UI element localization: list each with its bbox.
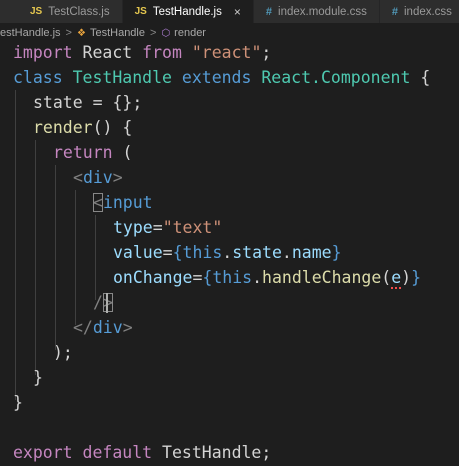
code-line-14: } — [33, 368, 43, 387]
error-squiggle: e — [391, 268, 402, 289]
tab-label: index.css — [404, 5, 452, 18]
tab-label: TestClass.js — [48, 5, 110, 18]
indent-guide — [95, 215, 96, 300]
code-line-5: return ( — [53, 143, 133, 162]
chevron-right-icon: > — [65, 27, 72, 39]
code-line-2: class TestHandle extends React.Component… — [13, 68, 431, 87]
text-cursor — [106, 293, 108, 313]
code-line-7: <input — [93, 193, 153, 212]
code-editor[interactable]: import React from "react"; class TestHan… — [0, 42, 459, 466]
breadcrumb-component[interactable]: TestHandle — [90, 27, 145, 39]
tab-index-css[interactable]: # index.css — [379, 0, 459, 23]
chevron-right-icon: > — [150, 27, 157, 39]
tab-index-module-css[interactable]: # index.module.css — [253, 0, 380, 23]
indent-guide — [55, 165, 56, 350]
indent-guide — [35, 140, 36, 375]
code-line-9: value={this.state.name} — [113, 243, 342, 262]
editor-tab-bar: JS TestClass.js JS TestHandle.js × # ind… — [0, 0, 459, 24]
code-line-3: state = {}; — [33, 93, 143, 112]
component-icon: ❖ — [76, 27, 86, 39]
code-line-10: onChange={this.handleChange(e)} — [113, 268, 422, 289]
tab-label: TestHandle.js — [152, 5, 222, 18]
css-file-icon: # — [265, 5, 273, 18]
matching-bracket: < — [93, 193, 103, 212]
code-line-13: ); — [53, 343, 73, 362]
indent-guide — [75, 190, 76, 325]
code-line-11: /> — [93, 290, 113, 315]
js-file-icon: JS — [134, 6, 147, 17]
js-file-icon: JS — [30, 6, 43, 17]
tab-testhandle[interactable]: JS TestHandle.js × — [122, 0, 254, 23]
tab-label: index.module.css — [278, 5, 367, 18]
method-cube-icon: ⬡ — [161, 27, 171, 39]
tab-testclass[interactable]: JS TestClass.js — [0, 0, 123, 23]
css-file-icon: # — [391, 5, 398, 18]
code-line-1: import React from "react"; — [13, 43, 272, 62]
code-line-15: } — [13, 393, 23, 412]
code-line-12: </div> — [73, 318, 133, 337]
code-line-8: type="text" — [113, 218, 223, 237]
code-line-6: <div> — [73, 168, 123, 187]
indent-guide — [15, 90, 16, 400]
close-icon[interactable]: × — [234, 5, 241, 19]
breadcrumb: estHandle.js > ❖ TestHandle > ⬡ render — [0, 24, 459, 42]
breadcrumb-file[interactable]: estHandle.js — [0, 27, 61, 39]
code-line-17: export default TestHandle; — [13, 443, 272, 462]
breadcrumb-method[interactable]: render — [174, 27, 206, 39]
code-line-4: render() { — [33, 118, 133, 137]
